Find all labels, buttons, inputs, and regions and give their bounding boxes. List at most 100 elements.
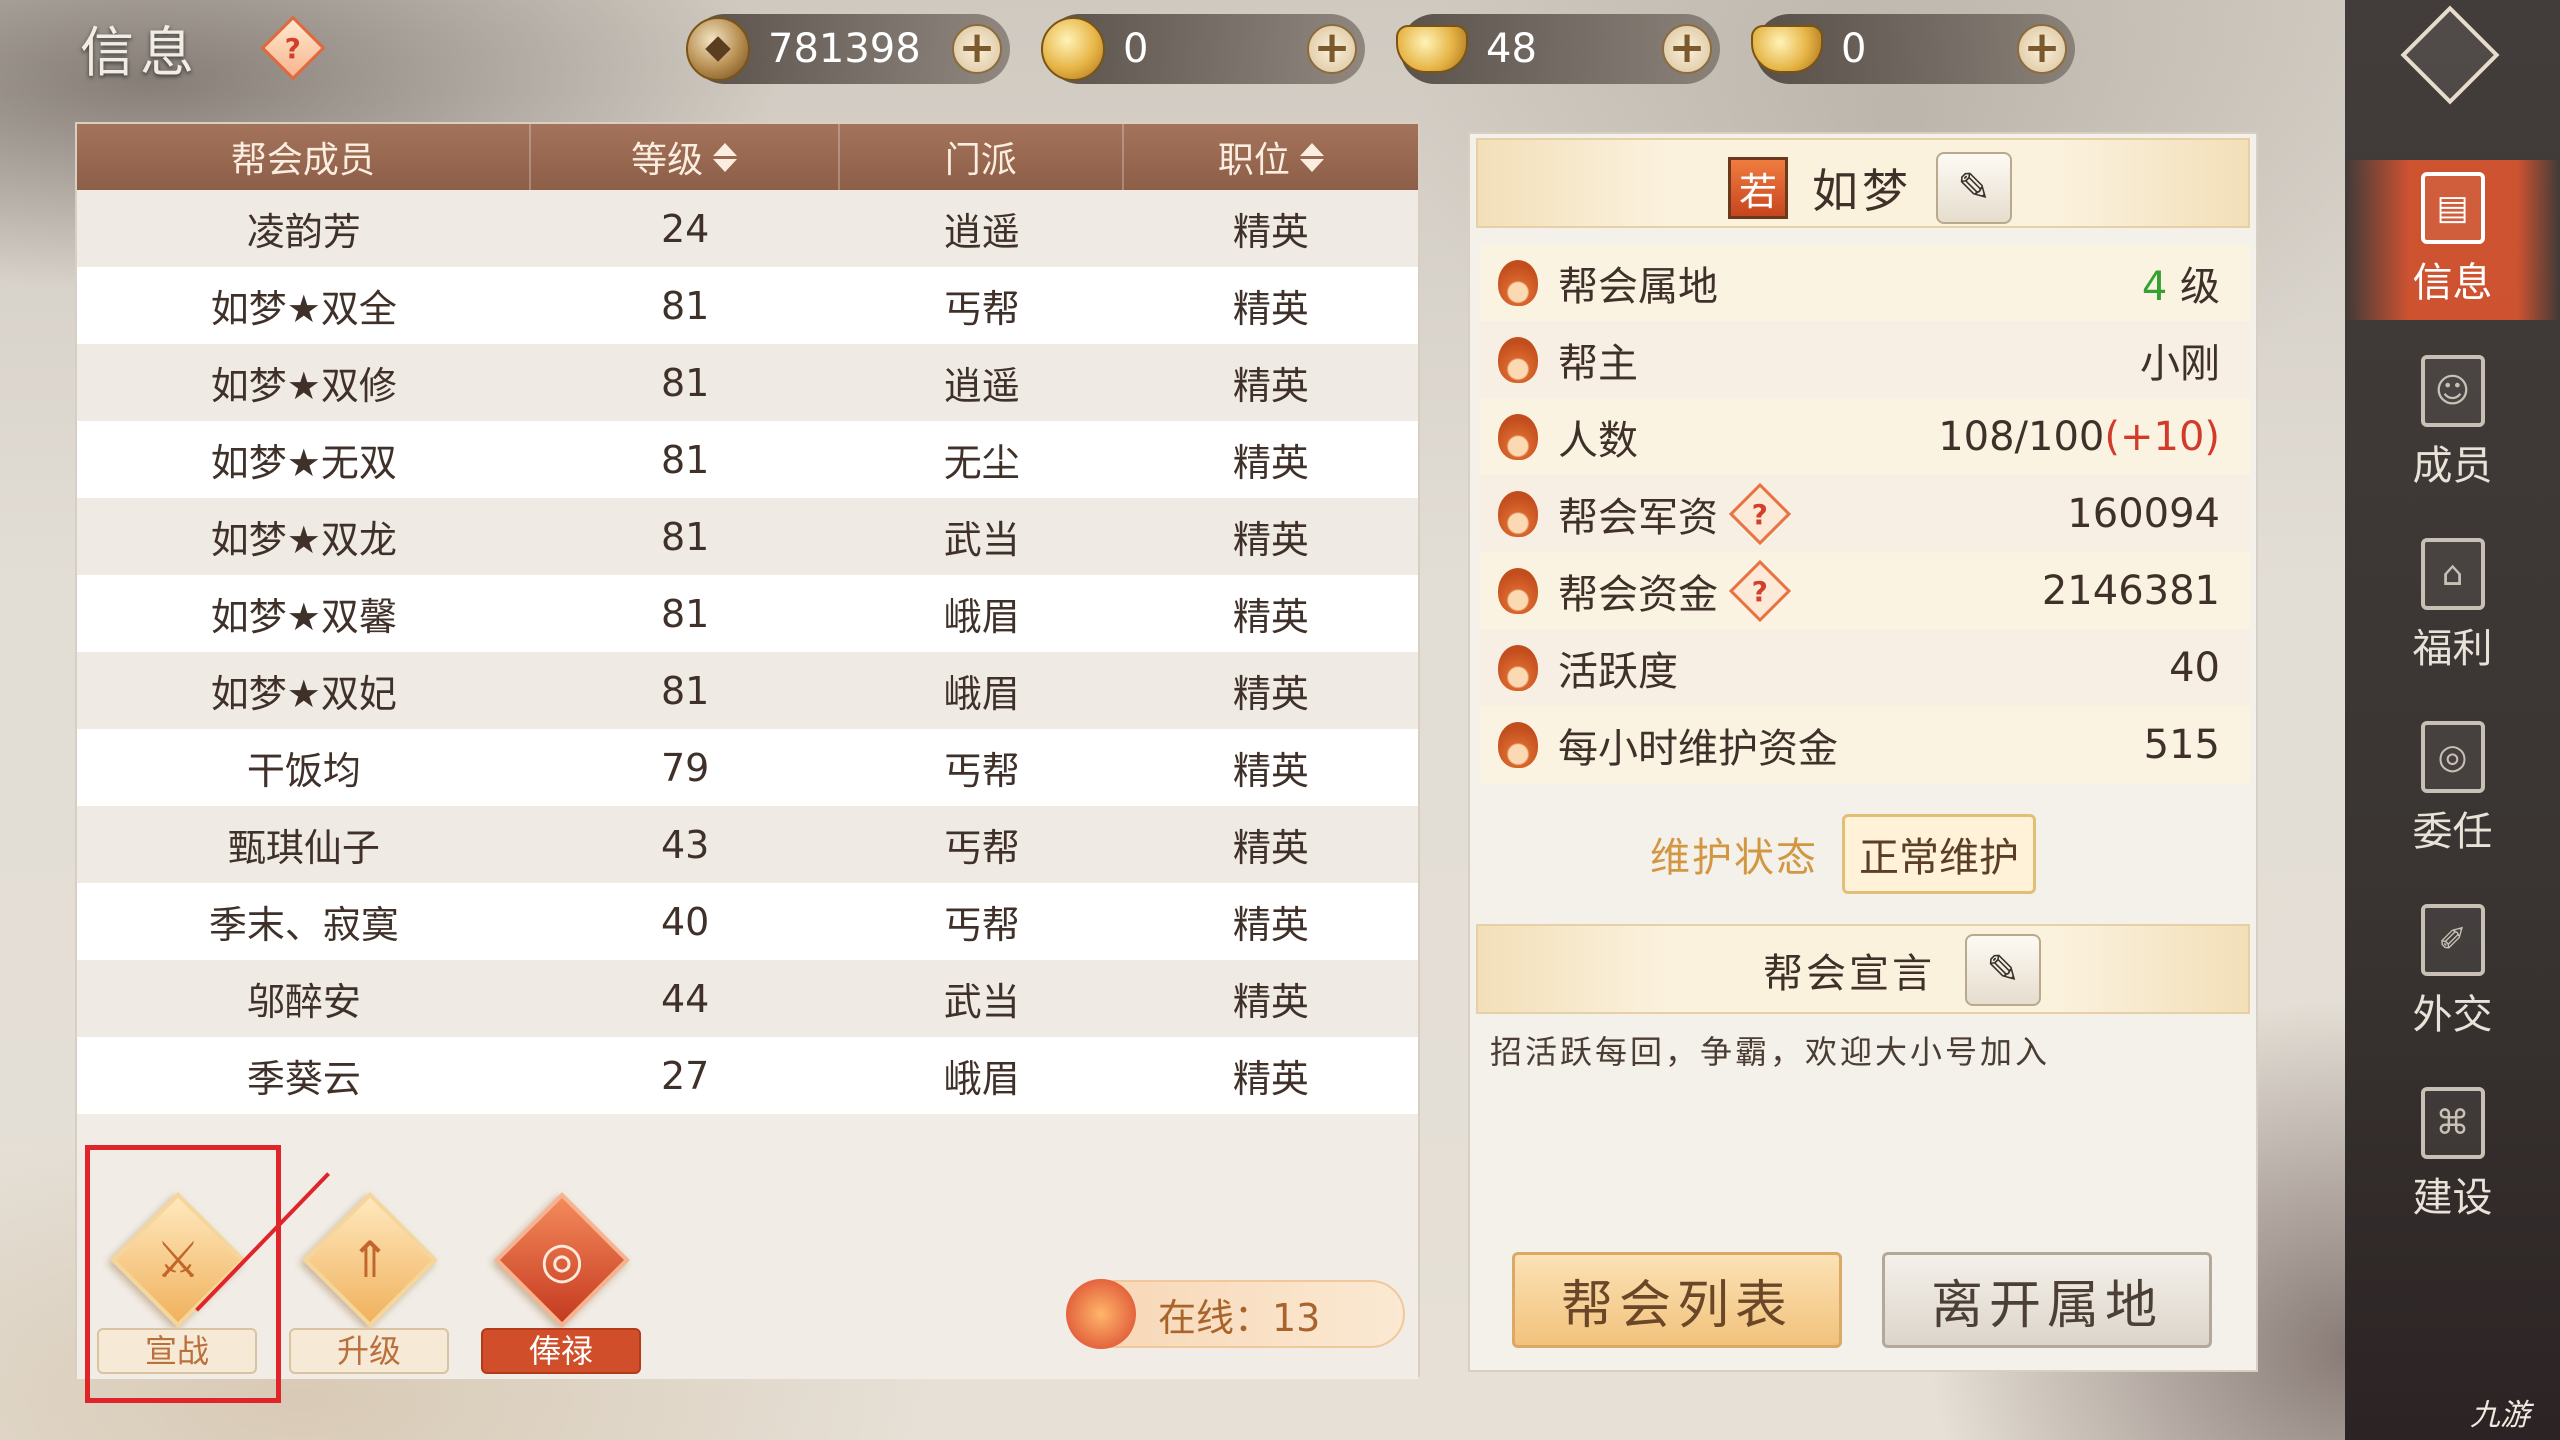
members-value: 108/100 bbox=[1938, 413, 2105, 460]
table-row[interactable]: 如梦★双馨 81 峨眉 精英 bbox=[77, 575, 1418, 652]
info-row-territory: 帮会属地 4 级 bbox=[1480, 244, 2250, 321]
sort-icon bbox=[1299, 142, 1324, 172]
sidenav-item-4[interactable]: ✐ 外交 bbox=[2345, 892, 2560, 1052]
sidenav-item-2[interactable]: ⌂ 福利 bbox=[2345, 526, 2560, 686]
table-row[interactable]: 如梦★无双 81 无尘 精英 bbox=[77, 421, 1418, 498]
member-level: 81 bbox=[661, 283, 710, 328]
add-gold-ingot-button[interactable]: + bbox=[2017, 24, 2067, 74]
col-sect-label: 门派 bbox=[944, 140, 1017, 181]
help-symbol: ? bbox=[1751, 497, 1769, 530]
funds-value: 2146381 bbox=[2041, 567, 2220, 614]
online-count: 在线：13 bbox=[1158, 1295, 1321, 1340]
flame-icon bbox=[1498, 336, 1538, 383]
member-sect: 丐帮 bbox=[943, 903, 1020, 947]
gift-icon: ⌂ bbox=[2420, 538, 2485, 610]
add-bound-ingot-button[interactable]: + bbox=[1662, 24, 1712, 74]
member-level: 81 bbox=[661, 514, 710, 559]
upgrade-button[interactable]: ⇑ 升级 bbox=[289, 1192, 449, 1384]
member-name: 如梦★双全 bbox=[210, 287, 397, 331]
emblem-icon[interactable] bbox=[2400, 5, 2500, 105]
table-row[interactable]: 季末、寂寞 40 丐帮 精英 bbox=[77, 883, 1418, 960]
table-row[interactable]: 干饭均 79 丐帮 精英 bbox=[77, 729, 1418, 806]
add-copper-button[interactable]: + bbox=[952, 24, 1002, 74]
member-position: 精英 bbox=[1232, 441, 1309, 485]
territory-level: 4 bbox=[2141, 263, 2168, 310]
guild-list-button[interactable]: 帮会列表 bbox=[1512, 1252, 1842, 1348]
member-sect: 逍遥 bbox=[943, 364, 1020, 408]
title-group: 信息 ? bbox=[80, 8, 326, 87]
member-name: 干饭均 bbox=[246, 749, 361, 793]
member-table-header: 帮会成员 等级 门派 职位 bbox=[77, 124, 1418, 190]
activity-label: 活跃度 bbox=[1558, 648, 1678, 695]
member-name: 如梦★双妃 bbox=[210, 672, 397, 716]
info-row-funds: 帮会资金? 2146381 bbox=[1480, 552, 2250, 629]
currency-gold-value: 0 bbox=[1123, 26, 1149, 72]
help-symbol: ? bbox=[284, 31, 302, 64]
table-row[interactable]: 如梦★双修 81 逍遥 精英 bbox=[77, 344, 1418, 421]
online-count-badge: 在线：13 bbox=[1066, 1279, 1405, 1349]
currency-copper: 781398 + bbox=[686, 14, 1010, 84]
military-value: 160094 bbox=[2067, 490, 2220, 537]
help-icon[interactable]: ? bbox=[1728, 559, 1792, 622]
table-row[interactable]: 邬醉安 44 武当 精英 bbox=[77, 960, 1418, 1037]
member-position: 精英 bbox=[1232, 980, 1309, 1024]
col-position-sort[interactable]: 职位 bbox=[1124, 124, 1418, 190]
col-level-label: 等级 bbox=[631, 140, 704, 181]
member-table-body[interactable]: 凌韵芳 24 逍遥 精英 如梦★双全 81 丐帮 精英 如梦★双修 81 逍遥 精英 如梦★无双 81 无尘… bbox=[77, 190, 1418, 1290]
member-level: 81 bbox=[661, 360, 710, 405]
leader-label: 帮主 bbox=[1558, 340, 1638, 387]
flame-icon bbox=[1066, 1279, 1136, 1349]
sidenav-item-5[interactable]: ⌘ 建设 bbox=[2345, 1075, 2560, 1235]
maintenance-label: 维护状态 bbox=[1650, 835, 1818, 881]
member-sect: 丐帮 bbox=[943, 749, 1020, 793]
maintenance-status: 维护状态 正常维护 bbox=[1650, 814, 2036, 894]
flame-icon bbox=[1498, 413, 1538, 460]
table-row[interactable]: 甄琪仙子 43 丐帮 精英 bbox=[77, 806, 1418, 883]
gold-coin-icon bbox=[1041, 17, 1105, 81]
sidenav-item-1[interactable]: ☺ 成员 bbox=[2345, 343, 2560, 503]
edit-declaration-button[interactable]: ✎ bbox=[1965, 934, 2041, 1006]
help-icon[interactable]: ? bbox=[1728, 482, 1792, 545]
col-level-sort[interactable]: 等级 bbox=[531, 124, 840, 190]
table-row[interactable]: 季葵云 27 峨眉 精英 bbox=[77, 1037, 1418, 1114]
members-label: 人数 bbox=[1558, 417, 1638, 464]
table-row[interactable]: 如梦★双全 81 丐帮 精英 bbox=[77, 267, 1418, 344]
pencil-icon: ✎ bbox=[1957, 165, 1991, 211]
col-member-label: 帮会成员 bbox=[230, 140, 375, 181]
guild-name-banner: 若 如梦 ✎ bbox=[1476, 138, 2250, 228]
member-name: 如梦★双修 bbox=[210, 364, 397, 408]
declaration-text: 招活跃每回，争霸，欢迎大小号加入 bbox=[1490, 1033, 2051, 1071]
flame-icon bbox=[1498, 721, 1538, 768]
member-name: 如梦★双龙 bbox=[210, 518, 397, 562]
table-row[interactable]: 如梦★双妃 81 峨眉 精英 bbox=[77, 652, 1418, 729]
member-position: 精英 bbox=[1232, 1057, 1309, 1101]
flame-icon bbox=[1498, 567, 1538, 614]
leave-territory-button[interactable]: 离开属地 bbox=[1882, 1252, 2212, 1348]
activity-value: 40 bbox=[2169, 644, 2220, 691]
member-level: 81 bbox=[661, 668, 710, 713]
info-row-members: 人数 108/100(+10) bbox=[1480, 398, 2250, 475]
help-icon[interactable]: ? bbox=[260, 14, 326, 81]
sidenav-item-0[interactable]: ▤ 信息 bbox=[2345, 160, 2560, 320]
build-icon: ⌘ bbox=[2420, 1087, 2485, 1159]
member-sect: 武当 bbox=[943, 518, 1020, 562]
upgrade-label: 升级 bbox=[289, 1328, 449, 1374]
member-name: 季葵云 bbox=[246, 1057, 361, 1101]
table-row[interactable]: 如梦★双龙 81 武当 精英 bbox=[77, 498, 1418, 575]
guild-tag: 若 bbox=[1728, 157, 1788, 219]
watermark: 九游 bbox=[2470, 1398, 2530, 1433]
member-position: 精英 bbox=[1232, 364, 1309, 408]
edit-name-button[interactable]: ✎ bbox=[1936, 152, 2012, 224]
member-name: 甄琪仙子 bbox=[227, 826, 380, 870]
sidenav-label: 委任 bbox=[2412, 809, 2493, 855]
salary-button[interactable]: ◎ 俸禄 bbox=[481, 1192, 641, 1384]
add-gold-button[interactable]: + bbox=[1307, 24, 1357, 74]
member-position: 精英 bbox=[1232, 672, 1309, 716]
salary-label: 俸禄 bbox=[481, 1328, 641, 1374]
sidenav-label: 信息 bbox=[2412, 260, 2493, 306]
member-sect: 逍遥 bbox=[943, 210, 1020, 254]
table-row[interactable]: 凌韵芳 24 逍遥 精英 bbox=[77, 190, 1418, 267]
sidenav-item-3[interactable]: ◎ 委任 bbox=[2345, 709, 2560, 869]
guild-info-list: 帮会属地 4 级 帮主 小刚 人数 108/100(+10) 帮会军资? 160… bbox=[1480, 244, 2250, 783]
flame-icon bbox=[1498, 490, 1538, 537]
